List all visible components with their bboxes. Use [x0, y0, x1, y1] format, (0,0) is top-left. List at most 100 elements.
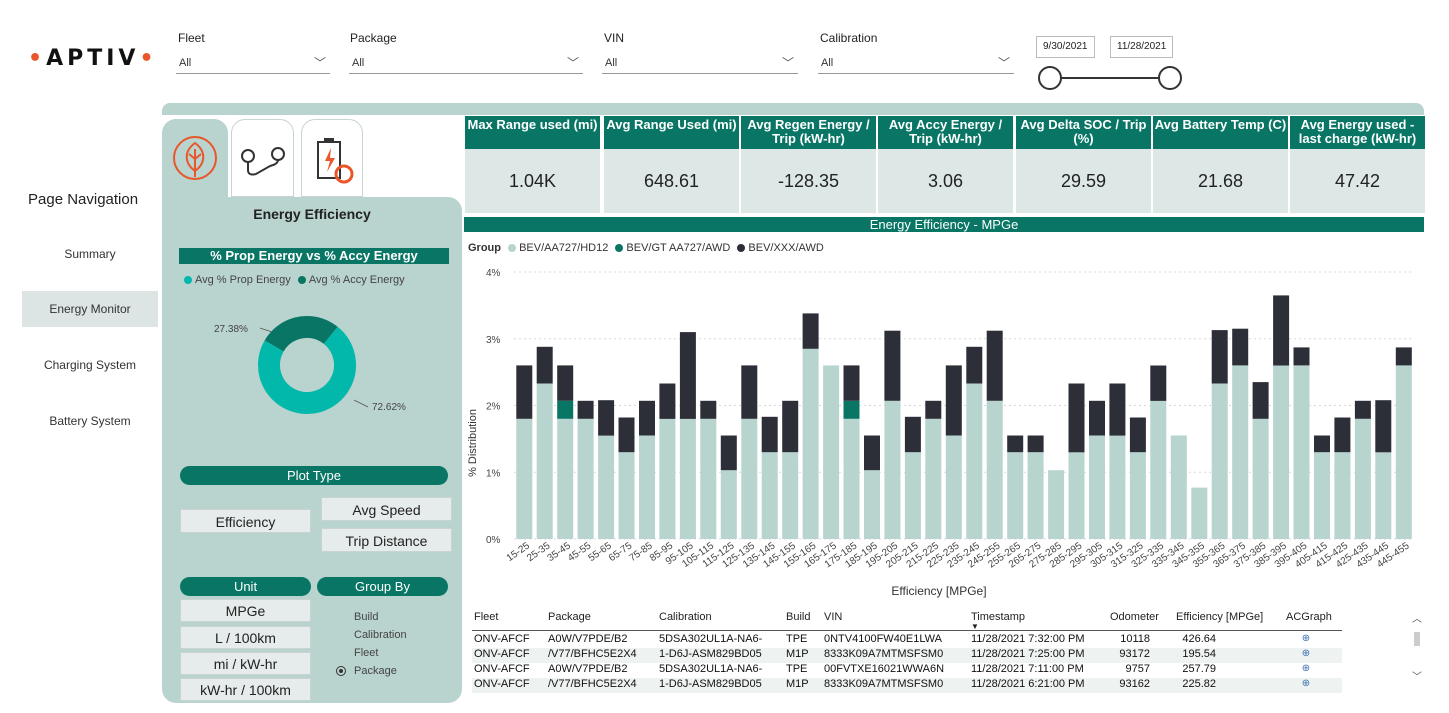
vin-filter-select[interactable]: All ﹀: [602, 52, 798, 74]
plot-type-efficiency-button[interactable]: Efficiency: [180, 509, 311, 533]
bar-2-235-245[interactable]: [966, 346, 983, 384]
bar-0-335-345[interactable]: [1170, 435, 1187, 540]
group-by-build[interactable]: Build: [336, 608, 407, 626]
table-column-header[interactable]: Timestamp: [971, 611, 1025, 623]
bar-2-195-205[interactable]: [884, 330, 901, 401]
bar-1-35-45[interactable]: [557, 400, 574, 419]
bar-0-385-395[interactable]: [1273, 365, 1290, 539]
bar-2-205-215[interactable]: [904, 416, 921, 453]
bar-2-225-235[interactable]: [945, 365, 962, 436]
bar-2-405-415[interactable]: [1314, 435, 1330, 453]
calibration-filter-select[interactable]: All ﹀: [818, 52, 1014, 74]
bar-0-425-435[interactable]: [1354, 418, 1371, 539]
bar-0-235-245[interactable]: [966, 383, 983, 540]
bar-2-385-395[interactable]: [1273, 295, 1290, 366]
bar-2-315-325[interactable]: [1129, 417, 1146, 453]
tab-battery[interactable]: [301, 119, 363, 197]
bar-0-125-135[interactable]: [741, 418, 758, 539]
bar-0-185-195[interactable]: [864, 470, 880, 539]
tab-energy[interactable]: [162, 119, 228, 209]
bar-2-95-105[interactable]: [679, 332, 696, 419]
bar-2-135-145[interactable]: [761, 416, 778, 453]
bar-2-175-185[interactable]: [843, 365, 860, 401]
bar-2-185-195[interactable]: [864, 435, 880, 471]
bar-0-55-65[interactable]: [598, 435, 615, 540]
scroll-up-icon[interactable]: ︿: [1412, 610, 1422, 625]
table-scrollbar-thumb[interactable]: [1414, 632, 1420, 646]
bar-0-115-125[interactable]: [720, 470, 737, 539]
group-by-calibration[interactable]: Calibration: [336, 626, 407, 644]
acgraph-link-icon[interactable]: ⊕: [1286, 678, 1326, 689]
scroll-down-icon[interactable]: ﹀: [1412, 668, 1422, 683]
bar-2-125-135[interactable]: [741, 365, 758, 419]
bar-2-65-75[interactable]: [618, 417, 635, 453]
bar-0-405-415[interactable]: [1314, 452, 1330, 539]
group-by-package-row[interactable]: Package: [336, 662, 407, 680]
bar-2-285-295[interactable]: [1068, 383, 1085, 453]
package-filter-select[interactable]: All ﹀: [349, 52, 583, 74]
bar-0-285-295[interactable]: [1068, 452, 1085, 539]
bar-0-375-385[interactable]: [1252, 418, 1269, 539]
table-column-header[interactable]: VIN: [824, 611, 842, 623]
table-column-header[interactable]: Calibration: [659, 611, 712, 623]
bar-2-145-155[interactable]: [782, 400, 799, 453]
bar-2-365-375[interactable]: [1232, 328, 1249, 366]
bar-0-355-365[interactable]: [1211, 383, 1228, 540]
nav-item-energy-monitor[interactable]: Energy Monitor: [22, 291, 158, 327]
bar-2-325-335[interactable]: [1150, 365, 1167, 401]
date-start-input[interactable]: 9/30/2021: [1036, 36, 1095, 58]
bar-0-35-45[interactable]: [557, 418, 574, 539]
bar-0-65-75[interactable]: [618, 452, 635, 539]
bar-2-355-365[interactable]: [1211, 330, 1228, 384]
bar-0-295-305[interactable]: [1089, 435, 1105, 540]
bar-0-45-55[interactable]: [577, 418, 594, 539]
bar-2-115-125[interactable]: [720, 435, 737, 471]
bar-0-395-405[interactable]: [1293, 365, 1310, 539]
bar-0-325-335[interactable]: [1150, 400, 1167, 539]
bar-0-265-275[interactable]: [1027, 452, 1044, 539]
bar-2-15-25[interactable]: [516, 365, 533, 419]
sort-desc-icon[interactable]: ▼: [971, 622, 979, 631]
bar-0-75-85[interactable]: [639, 435, 655, 540]
bar-0-275-285[interactable]: [1048, 470, 1065, 539]
bar-2-25-35[interactable]: [536, 346, 553, 384]
bar-2-245-255[interactable]: [986, 330, 1003, 401]
date-slider-end-handle[interactable]: [1158, 66, 1182, 90]
bar-0-315-325[interactable]: [1129, 452, 1146, 539]
bar-0-345-355[interactable]: [1191, 487, 1208, 539]
date-end-input[interactable]: 11/28/2021: [1110, 36, 1174, 58]
bar-2-265-275[interactable]: [1027, 435, 1044, 453]
bar-2-255-265[interactable]: [1007, 435, 1024, 453]
bar-2-445-455[interactable]: [1395, 347, 1412, 366]
bar-0-205-215[interactable]: [904, 452, 921, 539]
table-column-header[interactable]: Build: [786, 611, 810, 623]
bar-2-435-445[interactable]: [1375, 400, 1392, 453]
acgraph-link-icon[interactable]: ⊕: [1286, 633, 1326, 644]
unit-l-100km-button[interactable]: L / 100km: [180, 626, 311, 649]
bar-2-395-405[interactable]: [1293, 347, 1310, 366]
table-column-header[interactable]: Odometer: [1110, 611, 1159, 623]
unit-mpge-button[interactable]: MPGe: [180, 599, 311, 622]
bar-2-55-65[interactable]: [598, 400, 615, 436]
date-slider-track[interactable]: [1060, 77, 1160, 79]
bar-2-305-315[interactable]: [1109, 383, 1126, 436]
bar-2-45-55[interactable]: [577, 400, 594, 419]
table-column-header[interactable]: ACGraph: [1286, 611, 1332, 623]
bar-2-105-115[interactable]: [700, 400, 717, 419]
bar-0-95-105[interactable]: [679, 418, 696, 539]
unit-kwhr-100km-button[interactable]: kW-hr / 100km: [180, 678, 311, 701]
bar-2-375-385[interactable]: [1252, 382, 1269, 419]
bar-2-215-225[interactable]: [925, 400, 942, 419]
bar-0-155-165[interactable]: [802, 348, 819, 539]
bar-0-25-35[interactable]: [536, 383, 553, 540]
radio-selected-icon[interactable]: [336, 666, 346, 676]
acgraph-link-icon[interactable]: ⊕: [1286, 648, 1326, 659]
bar-2-35-45[interactable]: [557, 365, 574, 401]
plot-type-trip-distance-button[interactable]: Trip Distance: [321, 528, 452, 552]
acgraph-link-icon[interactable]: ⊕: [1286, 663, 1326, 674]
bar-0-255-265[interactable]: [1007, 452, 1024, 539]
bar-2-425-435[interactable]: [1354, 400, 1371, 419]
bar-0-165-175[interactable]: [823, 365, 840, 539]
bar-0-435-445[interactable]: [1375, 452, 1392, 539]
bar-0-135-145[interactable]: [761, 452, 778, 539]
